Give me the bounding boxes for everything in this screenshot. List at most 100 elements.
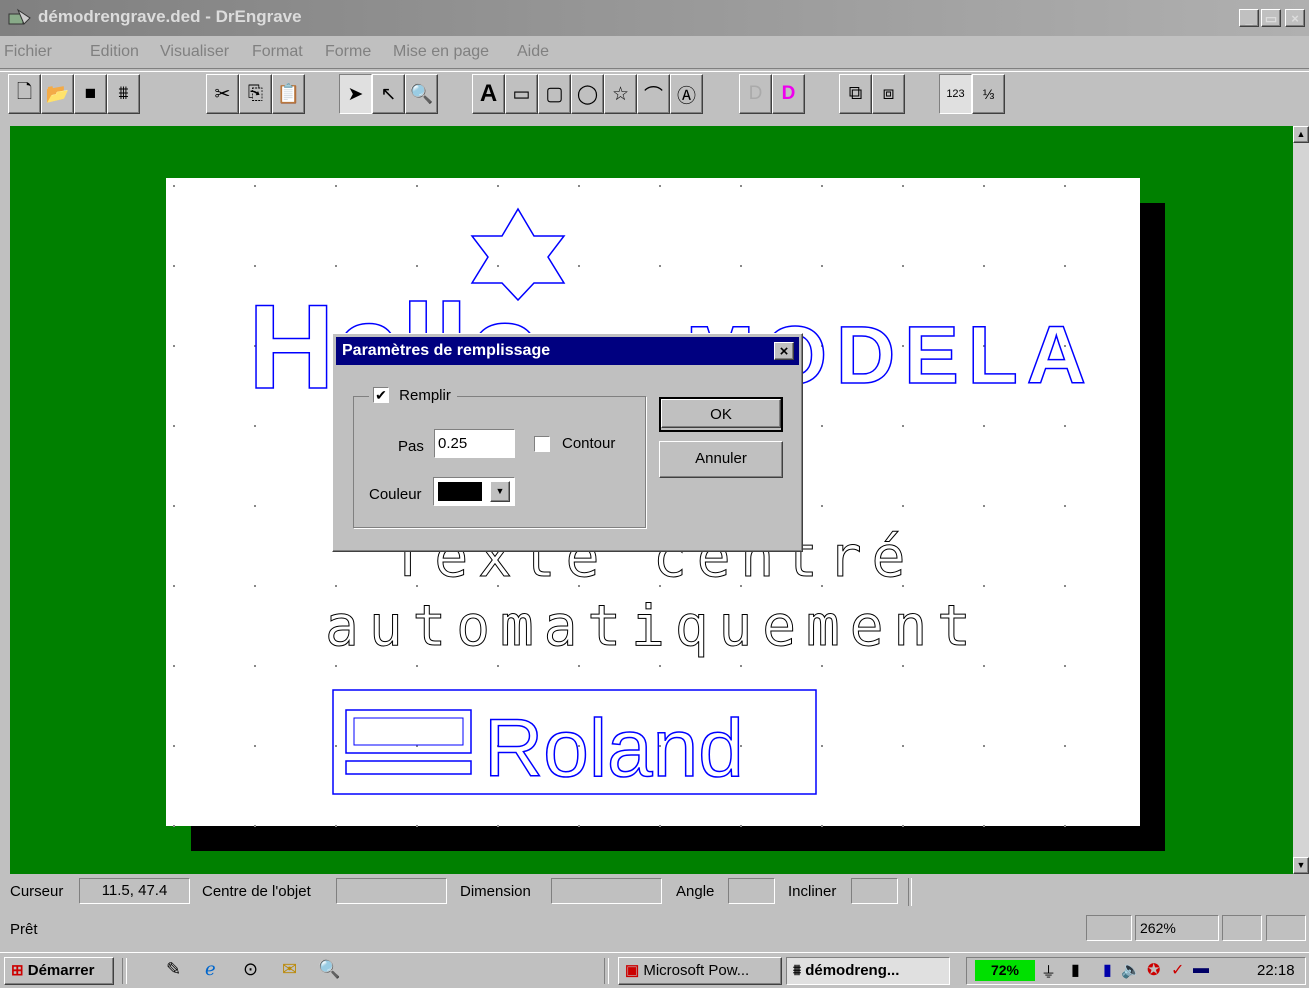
status-text: Prêt [10, 921, 38, 938]
paste-icon[interactable]: 📋 [272, 74, 305, 114]
dimension-label: Dimension [460, 883, 531, 900]
outline-label: Contour [562, 435, 616, 452]
plug-icon[interactable]: ⏚ [1041, 961, 1056, 982]
fraction-icon[interactable]: ⅓ [972, 74, 1005, 114]
scroll-up-button[interactable]: ▲ [1293, 126, 1309, 143]
scheduler-icon[interactable]: ✓ [1171, 960, 1184, 980]
antivirus-icon[interactable]: ✪ [1147, 960, 1160, 980]
powerpoint-icon: ▣ [625, 962, 640, 979]
color-label: Couleur [369, 486, 422, 503]
window-title: démodrengrave.ded - DrEngrave [38, 7, 302, 26]
open-icon[interactable]: 📂 [41, 74, 74, 114]
status-bar-coordinates: Curseur 11.5, 47.4 Centre de l'objet Dim… [0, 875, 1309, 908]
task-drengrave[interactable]: ⩩ démodreng... [786, 957, 950, 985]
font-d-icon[interactable]: D [739, 74, 772, 114]
monitor-icon[interactable]: ▬ [1193, 960, 1209, 978]
outline-checkbox[interactable] [534, 436, 550, 452]
rounded-rectangle-icon[interactable]: ▢ [538, 74, 571, 114]
star-icon[interactable]: ☆ [604, 74, 637, 114]
close-button[interactable]: × [1285, 9, 1305, 27]
speaker-icon[interactable]: 🔈 [1121, 960, 1141, 980]
save-icon[interactable]: ■ [74, 74, 107, 114]
angle-label: Angle [676, 883, 715, 900]
cursor-label: Curseur [10, 883, 64, 900]
object-center-value [336, 878, 447, 904]
status-cell-2 [1222, 915, 1262, 941]
cut-icon[interactable]: ✂ [206, 74, 239, 114]
dialog-close-button[interactable]: × [774, 342, 794, 360]
status-bar: Prêt 262% [0, 910, 1309, 946]
status-cell-1 [1086, 915, 1132, 941]
menu-mise-en-page[interactable]: Mise en page [393, 43, 489, 61]
scroll-down-button[interactable]: ▼ [1293, 857, 1309, 874]
title-bar: démodrengrave.ded - DrEngrave _ ▭ × [0, 0, 1309, 36]
menu-edition[interactable]: Edition [90, 43, 139, 61]
vertical-scrollbar[interactable]: ▲ ▼ [1293, 126, 1309, 874]
minimize-button[interactable]: _ [1239, 9, 1259, 27]
copy-icon[interactable]: ⎘ [239, 74, 272, 114]
task-powerpoint-label: Microsoft Pow... [643, 962, 750, 979]
ok-button-label: OK [661, 399, 781, 428]
angle-value [728, 878, 775, 904]
step-label: Pas [398, 438, 424, 455]
dialog-title-bar: Paramètres de remplissage × [336, 337, 799, 365]
dimension-value [551, 878, 662, 904]
ok-button[interactable]: OK [659, 397, 783, 432]
rectangle-icon[interactable]: ▭ [505, 74, 538, 114]
ie-icon[interactable]: ℯ [205, 959, 216, 980]
cursor-value: 11.5, 47.4 [79, 878, 190, 904]
object-center-label: Centre de l'objet [202, 883, 311, 900]
outlook-icon[interactable]: ✉ [282, 959, 297, 980]
menu-fichier[interactable]: Fichier [4, 43, 52, 61]
desktop-icon[interactable]: ✎ [166, 959, 181, 980]
tilt-label: Incliner [788, 883, 837, 900]
maximize-button[interactable]: ▭ [1261, 9, 1281, 27]
zoom-icon[interactable]: 🔍 [405, 74, 438, 114]
taskbar-divider [122, 958, 127, 984]
battery-level[interactable]: 72% [975, 960, 1035, 981]
device-icon[interactable]: ▮ [1103, 960, 1112, 980]
fill-label: Remplir [399, 387, 451, 404]
tilt-value [851, 878, 898, 904]
ungroup-icon[interactable]: ⧈ [872, 74, 905, 114]
menu-forme[interactable]: Forme [325, 43, 371, 61]
menu-visualiser[interactable]: Visualiser [160, 43, 229, 61]
explorer-icon[interactable]: 🔍 [318, 959, 340, 980]
font-d-color-icon[interactable]: D [772, 74, 805, 114]
fill-settings-dialog: Paramètres de remplissage × ✔ Remplir Pa… [332, 333, 803, 552]
drengrave-icon: ⩩ [793, 962, 802, 979]
centered-text-line2: automatiquement [325, 594, 981, 659]
fill-groupbox [353, 396, 646, 528]
text-icon[interactable]: A [472, 74, 505, 114]
channels-icon[interactable]: ⊙ [243, 959, 258, 980]
fill-checkbox[interactable]: ✔ [373, 387, 389, 404]
status-cell-3 [1266, 915, 1306, 941]
new-icon[interactable]: 🗋 [8, 74, 41, 114]
clock[interactable]: 22:18 [1257, 962, 1295, 979]
select-icon[interactable]: ➤ [339, 74, 372, 114]
logo-bar-small [345, 760, 472, 775]
engrave-icon[interactable]: ⩩ [107, 74, 140, 114]
taskbar-divider-2 [604, 958, 609, 984]
cancel-button[interactable]: Annuler [659, 441, 783, 478]
start-label: Démarrer [27, 962, 95, 979]
color-select[interactable]: ▼ [433, 477, 515, 506]
menu-bar: Fichier Edition Visualiser Format Forme … [0, 36, 1309, 66]
step-input[interactable]: 0.25 [434, 429, 515, 458]
chevron-down-icon[interactable]: ▼ [490, 481, 510, 502]
framed-text-icon[interactable]: Ⓐ [670, 74, 703, 114]
number-sequence-icon[interactable]: 123 [939, 74, 972, 114]
group-icon[interactable]: ⧉ [839, 74, 872, 114]
menu-format[interactable]: Format [252, 43, 303, 61]
start-button[interactable]: ⊞ Démarrer [4, 957, 114, 985]
node-edit-icon[interactable]: ↖ [372, 74, 405, 114]
battery-icon[interactable]: ▮ [1071, 960, 1080, 980]
task-drengrave-label: démodreng... [805, 962, 900, 979]
fill-checkbox-row[interactable]: ✔ Remplir [369, 386, 457, 406]
logo-bar-large [345, 709, 472, 754]
menu-aide[interactable]: Aide [517, 43, 549, 61]
polyline-icon[interactable]: ⌒ [637, 74, 670, 114]
color-swatch [438, 482, 482, 501]
task-powerpoint[interactable]: ▣ Microsoft Pow... [618, 957, 782, 985]
ellipse-icon[interactable]: ◯ [571, 74, 604, 114]
